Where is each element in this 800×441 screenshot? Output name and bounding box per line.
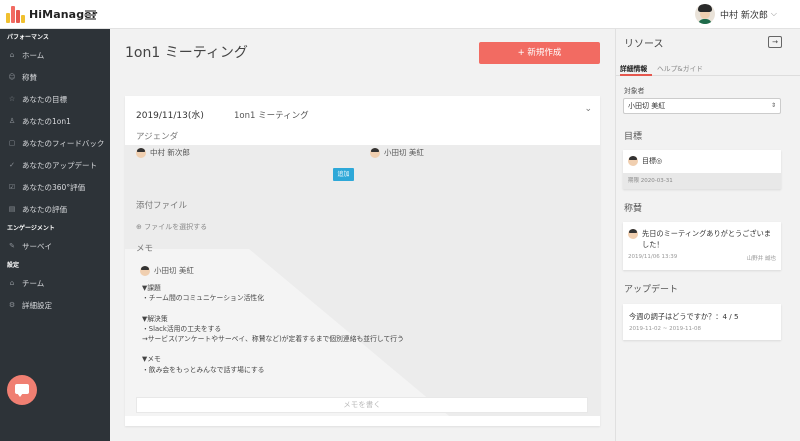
meeting-name: 1on1 ミーティング bbox=[234, 111, 309, 121]
participant-name: 小田切 美紅 bbox=[384, 148, 424, 157]
sidebar-item-settings[interactable]: ⚙ 詳細設定 bbox=[0, 294, 110, 316]
file-select-label: ファイルを選択する bbox=[144, 223, 208, 231]
chevron-down-icon: ⌵ bbox=[770, 9, 777, 18]
sidebar-item-label: あなたのアップデート bbox=[22, 160, 97, 170]
app-logo[interactable]: HiManager bbox=[6, 6, 97, 23]
edit-icon: ✎ bbox=[9, 242, 15, 250]
target-select[interactable]: 小田切 美紅 ⇕ bbox=[623, 98, 781, 114]
update-section-title: アップデート bbox=[624, 285, 679, 295]
user-name: 中村 新次郎 bbox=[720, 10, 768, 21]
meeting-card: 2019/11/13(水) 1on1 ミーティング ⌄ アジェンダ 中村 新次郎… bbox=[125, 96, 600, 426]
sidebar-item-label: サーベイ bbox=[22, 241, 52, 251]
chevron-down-icon[interactable]: ⌄ bbox=[584, 104, 592, 114]
goal-due: 期限 2020-03-31 bbox=[623, 173, 781, 189]
avatar bbox=[370, 147, 380, 158]
file-select-link[interactable]: ⊕ ファイルを選択する bbox=[136, 222, 207, 232]
resource-panel: リソース → 詳細情報 ヘルプ&ガイド 対象者 小田切 美紅 ⇕ 目標 目標◎ … bbox=[615, 29, 800, 441]
main-content: 1on1 ミーティング + 新規作成 2019/11/13(水) 1on1 ミー… bbox=[110, 29, 615, 441]
goal-title: 目標◎ bbox=[642, 157, 663, 165]
panel-title: リソース bbox=[624, 39, 664, 50]
tab-help[interactable]: ヘルプ&ガイド bbox=[657, 63, 703, 73]
sort-arrows-icon: ⇕ bbox=[770, 102, 776, 109]
star-icon: ☆ bbox=[8, 95, 16, 103]
check-icon: ✓ bbox=[9, 161, 15, 169]
memo-input[interactable]: メモを書く bbox=[136, 397, 588, 413]
sidebar-item-praise[interactable]: ☺ 称賛 bbox=[0, 66, 110, 88]
add-agenda-button[interactable]: 追加 bbox=[333, 168, 354, 181]
sidebar-item-feedback[interactable]: ▢ あなたのフィードバック bbox=[0, 132, 110, 154]
checkbox-icon: ☑ bbox=[8, 183, 16, 191]
top-bar: HiManager 中村 新次郎 ⌵ bbox=[0, 0, 800, 29]
home-icon: ⌂ bbox=[9, 279, 15, 287]
praise-card[interactable]: 先日のミーティングありがとうございました！ 2019/11/06 13:39 山… bbox=[623, 222, 781, 270]
close-panel-icon[interactable]: → bbox=[768, 36, 782, 48]
praise-author: 山野井 誠也 bbox=[746, 256, 776, 262]
tab-details[interactable]: 詳細情報 bbox=[620, 63, 647, 73]
sidebar-item-goals[interactable]: ☆ あなたの目標 bbox=[0, 88, 110, 110]
avatar bbox=[628, 156, 638, 166]
sidebar-item-evaluation[interactable]: ▤ あなたの評価 bbox=[0, 198, 110, 220]
sidebar-item-label: あなたの1on1 bbox=[22, 116, 71, 126]
sidebar-item-360[interactable]: ☑ あなたの360°評価 bbox=[0, 176, 110, 198]
sidebar-item-label: 詳細設定 bbox=[22, 300, 52, 310]
sidebar-item-updates[interactable]: ✓ あなたのアップデート bbox=[0, 154, 110, 176]
active-tab-indicator bbox=[620, 74, 652, 76]
meeting-body bbox=[125, 145, 600, 416]
memo-author-name: 小田切 美紅 bbox=[154, 266, 194, 275]
praise-text: 先日のミーティングありがとうございました！ bbox=[642, 229, 771, 249]
sidebar-item-label: あなたの目標 bbox=[22, 94, 67, 104]
chat-support-button[interactable] bbox=[7, 375, 37, 405]
avatar bbox=[628, 229, 638, 239]
memo-author: 小田切 美紅 bbox=[140, 265, 194, 276]
person-icon: ♙ bbox=[8, 117, 16, 125]
attachments-label: 添付ファイル bbox=[136, 201, 188, 211]
chat-icon: ▢ bbox=[8, 139, 16, 147]
new-meeting-button[interactable]: + 新規作成 bbox=[479, 42, 600, 64]
update-range: 2019-11-02 ~ 2019-11-08 bbox=[629, 326, 702, 332]
meeting-date: 2019/11/13(水) bbox=[136, 111, 204, 121]
sidebar-item-survey[interactable]: ✎ サーベイ bbox=[0, 235, 110, 257]
memo-highlight-shape bbox=[125, 145, 600, 416]
smile-icon: ☺ bbox=[8, 73, 16, 81]
sidebar-section-performance: パフォーマンス bbox=[7, 34, 49, 41]
page-title: 1on1 ミーティング bbox=[125, 45, 248, 61]
memo-label: メモ bbox=[136, 244, 154, 254]
sidebar-section-settings: 設定 bbox=[7, 262, 20, 269]
goal-card[interactable]: 目標◎ 期限 2020-03-31 bbox=[623, 150, 781, 189]
sidebar-item-label: あなたの360°評価 bbox=[22, 182, 86, 192]
sidebar-item-team[interactable]: ⌂ チーム bbox=[0, 272, 110, 294]
praise-section-title: 称賛 bbox=[624, 204, 643, 214]
goal-section-title: 目標 bbox=[624, 132, 643, 142]
avatar bbox=[140, 265, 150, 276]
sidebar-item-label: あなたの評価 bbox=[22, 204, 67, 214]
sidebar-section-engagement: エンゲージメント bbox=[7, 225, 55, 232]
sidebar-item-1on1[interactable]: ♙ あなたの1on1 bbox=[0, 110, 110, 132]
update-card[interactable]: 今週の調子はどうですか？：4 / 5 2019-11-02 ~ 2019-11-… bbox=[623, 304, 781, 340]
chart-icon: ▤ bbox=[8, 205, 16, 213]
memo-body: ▼課題 ・チーム間のコミュニケーション活性化 ▼解決策 ・Slack活用の工夫を… bbox=[142, 284, 404, 374]
sidebar-item-label: チーム bbox=[22, 278, 45, 288]
sidebar-item-home[interactable]: ⌂ ホーム bbox=[0, 44, 110, 66]
update-text: 今週の調子はどうですか？：4 / 5 bbox=[629, 312, 739, 321]
logo-icon bbox=[6, 6, 26, 23]
sidebar-item-label: ホーム bbox=[22, 50, 45, 60]
gear-icon: ⚙ bbox=[8, 301, 16, 309]
participant-a: 中村 新次郎 bbox=[136, 147, 190, 158]
praise-date: 2019/11/06 13:39 bbox=[628, 254, 678, 260]
attach-icon: ⊕ bbox=[136, 223, 145, 231]
sidebar-item-label: 称賛 bbox=[22, 72, 37, 82]
participant-b: 小田切 美紅 bbox=[370, 147, 424, 158]
agenda-label: アジェンダ bbox=[136, 132, 179, 142]
target-value: 小田切 美紅 bbox=[628, 102, 666, 110]
target-label: 対象者 bbox=[624, 87, 645, 95]
home-icon: ⌂ bbox=[9, 51, 15, 59]
participant-name: 中村 新次郎 bbox=[150, 148, 190, 157]
user-menu[interactable]: 中村 新次郎 ⌵ bbox=[695, 4, 777, 24]
sidebar-item-label: あなたのフィードバック bbox=[22, 138, 105, 148]
avatar bbox=[136, 147, 146, 158]
menu-toggle-icon[interactable] bbox=[85, 10, 96, 20]
avatar bbox=[695, 4, 716, 24]
